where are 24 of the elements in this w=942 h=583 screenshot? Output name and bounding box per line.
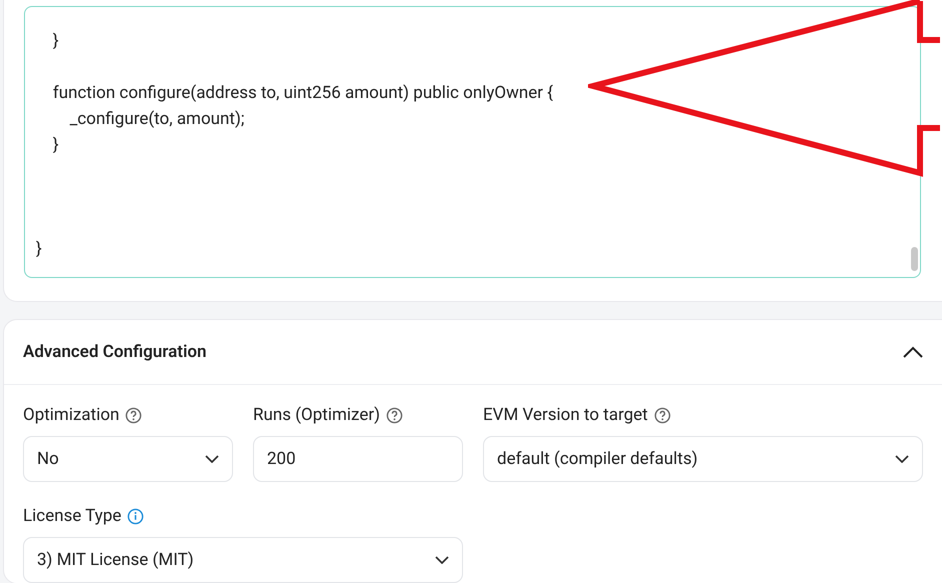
- section-title: Advanced Configuration: [23, 342, 206, 362]
- code-line: _configure(to, amount);: [68, 108, 246, 131]
- code-line: function configure(address to, uint256 amount) public onlyOwner {: [52, 82, 554, 105]
- input-field[interactable]: 200: [253, 436, 463, 482]
- code-line: }: [52, 134, 60, 157]
- help-icon[interactable]: [654, 406, 671, 424]
- chevron-down-icon: [205, 455, 219, 463]
- field-label: Optimization: [23, 405, 120, 425]
- chevron-down-icon: [895, 455, 909, 463]
- select-field[interactable]: default (compiler defaults): [483, 436, 923, 482]
- info-icon[interactable]: [127, 508, 144, 524]
- field-label: EVM Version to target: [483, 405, 648, 425]
- help-icon[interactable]: [125, 406, 142, 424]
- help-icon[interactable]: [386, 406, 404, 424]
- code-line: }: [36, 238, 43, 261]
- field-label: Runs (Optimizer): [253, 405, 380, 425]
- code-line: }: [52, 30, 60, 53]
- field-label: License Type: [23, 506, 122, 526]
- select-field[interactable]: 3) MIT License (MIT): [23, 537, 463, 583]
- code-editor[interactable]: } function configure(address to, uint256 amount) public onlyOwner { _configure(to, amount); } }: [24, 6, 921, 278]
- scrollbar-thumb[interactable]: [911, 247, 918, 271]
- select-field[interactable]: No: [23, 436, 233, 482]
- chevron-icon[interactable]: [903, 346, 923, 358]
- chevron-down-icon: [435, 556, 449, 564]
